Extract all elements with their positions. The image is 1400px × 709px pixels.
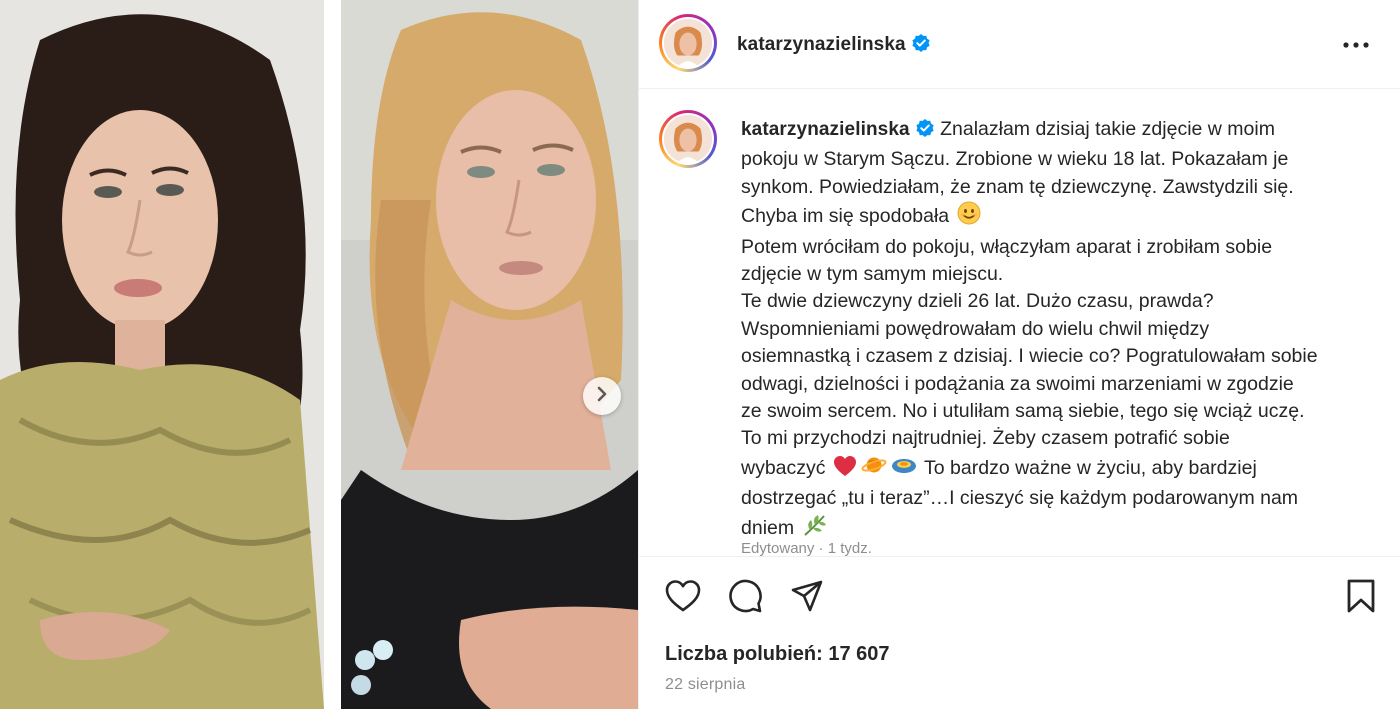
smiling-face-emoji: [957, 201, 981, 233]
caption-line: Wspomnieniami powędrowałam do wielu chwi…: [741, 317, 1210, 340]
comment-icon: [727, 578, 763, 619]
caption-line: zdjęcie w tym samym miejscu.: [741, 263, 1004, 286]
comment-button[interactable]: [727, 578, 763, 619]
photo-young-woman: [0, 0, 324, 709]
edited-timestamp: Edytowany · 1 tydz.: [741, 540, 872, 556]
post-sidebar: katarzynazielinska katarzynazielinska Zn…: [638, 0, 1400, 709]
more-options-icon: [1343, 35, 1369, 53]
caption-line: dniem: [741, 516, 795, 539]
flying-disc-emoji: [891, 453, 917, 485]
caption-line: odwagi, dzielności i podążania za swoimi…: [741, 372, 1294, 395]
post-media-carousel[interactable]: [0, 0, 638, 709]
caption-avatar[interactable]: [659, 110, 717, 168]
caption-username[interactable]: katarzynazielinska: [741, 119, 910, 140]
like-button[interactable]: [665, 579, 701, 618]
caption-line: Potem wróciłam do pokoju, włączyłam apar…: [741, 235, 1273, 258]
caption-line: dostrzegać „tu i teraz”…I cieszyć się ka…: [741, 487, 1299, 510]
post-header: katarzynazielinska: [639, 0, 1400, 89]
post-date[interactable]: 22 sierpnia: [665, 676, 745, 694]
photo-adult-woman: [341, 0, 638, 709]
verified-badge-icon: [911, 33, 931, 59]
bookmark-icon: [1346, 579, 1376, 618]
username-link[interactable]: katarzynazielinska: [737, 33, 931, 59]
verified-badge-icon: [915, 118, 935, 146]
username-text[interactable]: katarzynazielinska: [737, 34, 906, 55]
ringed-planet-emoji: [861, 453, 887, 485]
caption-line: Chyba im się spodobała: [741, 205, 950, 228]
red-heart-emoji: [833, 455, 857, 485]
send-icon: [790, 579, 824, 618]
caption-line: wybaczyć: [741, 456, 826, 479]
post-caption: katarzynazielinska Znalazłam dzisiaj tak…: [741, 116, 1381, 545]
caption-line: pokoju w Starym Sączu. Zrobione w wieku …: [741, 148, 1289, 171]
save-button[interactable]: [1343, 579, 1379, 618]
avatar[interactable]: [659, 14, 717, 72]
caption-line: Te dwie dziewczyny dzieli 26 lat. Dużo c…: [741, 290, 1214, 313]
more-options-button[interactable]: [1341, 31, 1371, 57]
caption-line: osiemnastką i czasem z dzisiaj. I wiecie…: [741, 345, 1318, 368]
caption-line: synkom. Powiedziałam, że znam tę dziewcz…: [741, 175, 1294, 198]
caption-line: To bardzo ważne w życiu, aby bardziej: [924, 456, 1257, 479]
heart-icon: [665, 579, 701, 618]
chevron-right-icon: [594, 386, 610, 407]
carousel-next-button[interactable]: [583, 377, 621, 415]
caption-line: To mi przychodzi najtrudniej. Żeby czase…: [741, 427, 1230, 450]
likes-count[interactable]: Liczba polubień: 17 607: [665, 643, 890, 666]
action-bar: [665, 578, 825, 619]
comments-section[interactable]: katarzynazielinska Znalazłam dzisiaj tak…: [639, 90, 1400, 556]
caption-line: Znalazłam dzisiaj takie zdjęcie w moim: [940, 118, 1275, 140]
share-button[interactable]: [789, 580, 825, 616]
caption-line: ze swoim sercem. No i utuliłam samą sieb…: [741, 400, 1305, 423]
post-actions-section: Liczba polubień: 17 607 22 sierpnia: [639, 556, 1400, 709]
